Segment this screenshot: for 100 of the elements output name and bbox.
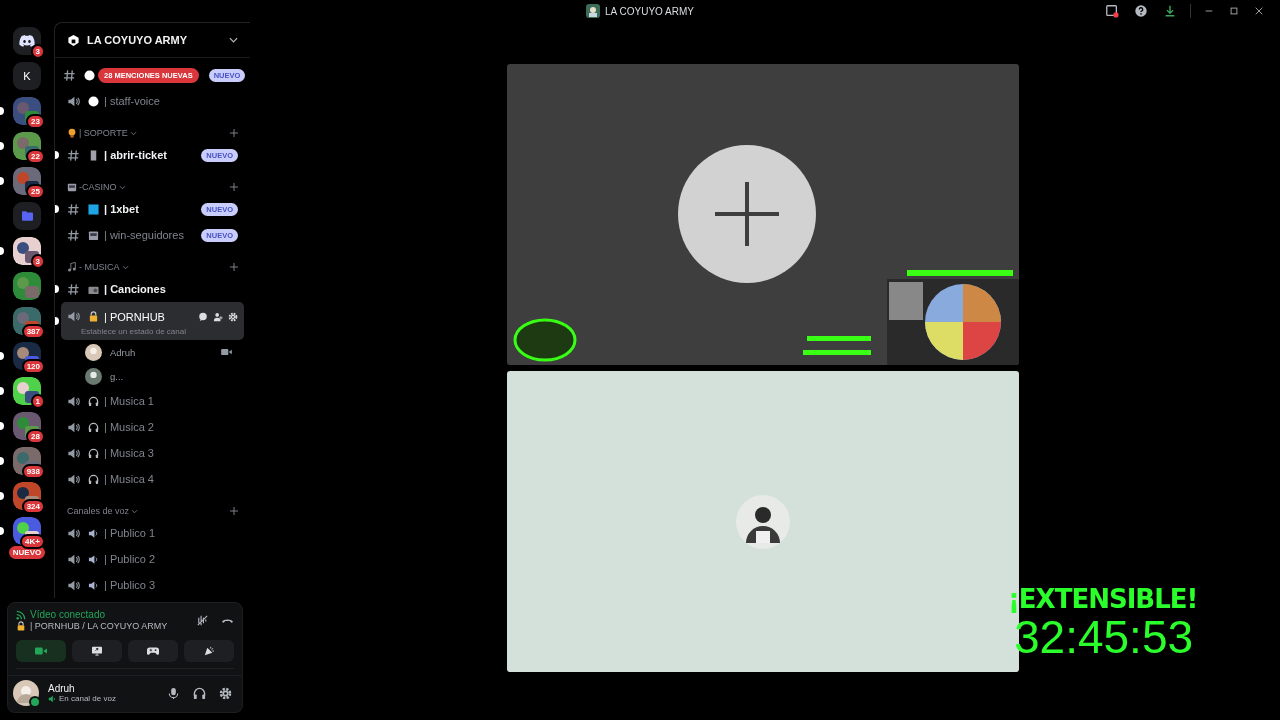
category-header[interactable]: - MUSICA (79, 262, 120, 272)
add-icon[interactable] (230, 129, 238, 137)
chevron-down-icon (229, 37, 238, 43)
channel-name: | Publico 3 (104, 579, 156, 591)
server-icon[interactable] (13, 272, 41, 300)
connection-status[interactable]: Vídeo conectado (30, 609, 106, 620)
add-icon[interactable] (230, 507, 238, 515)
screen-share-button[interactable] (72, 640, 122, 662)
server-icon[interactable] (13, 132, 41, 160)
user-avatar (85, 367, 102, 385)
chevron-down-icon (118, 184, 126, 190)
channel-item[interactable]: | PORNHUB Establece un estado de canal (61, 302, 244, 340)
slot-machine-icon (88, 229, 99, 241)
channel-name: | Musica 2 (104, 421, 154, 433)
add-user-icon[interactable] (213, 311, 223, 322)
channel-name: | PORNHUB (104, 310, 165, 323)
add-icon[interactable] (230, 263, 238, 271)
server-icon[interactable] (13, 377, 41, 405)
circle-icon (84, 69, 95, 81)
camera-button[interactable] (16, 640, 66, 662)
category-header[interactable]: -CASINO (79, 182, 117, 192)
chat-bubble-icon[interactable] (198, 311, 208, 322)
activity-button[interactable] (128, 640, 178, 662)
download-icon[interactable] (1163, 4, 1177, 18)
new-badge: NUEVO (8, 546, 46, 559)
music-note-icon (67, 262, 77, 272)
category-header[interactable]: | SOPORTE (79, 128, 128, 138)
server-icon (586, 4, 601, 18)
hashtag-icon (67, 282, 80, 296)
lock-icon (88, 311, 99, 322)
square-icon (88, 203, 99, 215)
notification-badge: 22 (26, 149, 45, 164)
channel-item[interactable]: | staff-voice (61, 88, 244, 114)
channel-name: | 1xbet (104, 203, 139, 215)
channel-name: | Publico 2 (104, 553, 156, 565)
discord-logo-icon[interactable] (13, 27, 41, 55)
channel-item[interactable]: | Musica 1 (61, 388, 244, 414)
channel-item[interactable]: | Canciones (61, 276, 244, 302)
video-camera-icon (35, 646, 47, 656)
microphone-icon[interactable] (167, 686, 180, 700)
slot-machine-icon (67, 182, 77, 192)
server-icon[interactable] (13, 412, 41, 440)
headphones-icon (88, 395, 99, 407)
user-status: En canal de voz (59, 694, 116, 703)
party-popper-icon (203, 646, 215, 656)
hashtag-icon (63, 68, 76, 82)
maximize-icon[interactable] (1229, 6, 1239, 16)
chevron-down-icon (131, 508, 139, 514)
settings-icon[interactable] (228, 311, 238, 322)
server-icon[interactable]: K (13, 62, 41, 90)
speaker-icon (88, 579, 99, 591)
member-name: g... (110, 370, 124, 382)
channel-item[interactable]: | Musica 2 (61, 414, 244, 440)
server-icon[interactable] (13, 167, 41, 195)
circle-icon (88, 95, 99, 107)
noise-suppression-icon[interactable] (196, 613, 209, 627)
online-indicator (29, 696, 41, 708)
channel-item[interactable]: | Publico 2 (61, 546, 244, 572)
gamepad-icon (147, 646, 159, 656)
server-name: LA COYUYO ARMY (87, 34, 189, 46)
speaker-icon (48, 694, 56, 703)
channel-status[interactable]: Establece un estado de canal (67, 326, 238, 336)
screen-share-icon (91, 646, 103, 656)
channel-name: | win-seguidores (104, 229, 184, 241)
notification-badge: 28 (26, 429, 45, 444)
channel-name: | Publico 1 (104, 527, 156, 539)
help-icon[interactable] (1134, 4, 1148, 18)
inbox-icon[interactable] (1105, 4, 1119, 18)
channel-item[interactable]: | Musica 4 (61, 466, 244, 492)
folder-icon[interactable] (13, 202, 41, 230)
member-name: Adruh (110, 346, 136, 358)
channel-item[interactable]: | Publico 3 (61, 572, 244, 598)
lock-icon (16, 621, 26, 631)
channel-item[interactable]: | Publico 1 (61, 520, 244, 546)
server-icon[interactable] (13, 97, 41, 125)
voice-location[interactable]: | PORNHUB / LA COYUYO ARMY (30, 621, 168, 631)
voice-member[interactable]: g... (55, 364, 244, 388)
channel-name: | Musica 4 (104, 473, 154, 485)
notification-badge: 4K+ (20, 534, 45, 549)
settings-icon[interactable] (219, 686, 232, 700)
notification-badge: 938 (21, 464, 45, 479)
hashtag-icon (67, 202, 80, 216)
document-icon (88, 149, 99, 161)
hashtag-icon (67, 228, 80, 242)
channel-name: | abrir-ticket (104, 149, 167, 161)
add-icon[interactable] (230, 183, 238, 191)
headphones-icon (88, 421, 99, 433)
username: Adruh (48, 683, 76, 694)
speaker-icon (88, 527, 99, 539)
soundboard-button[interactable] (184, 640, 234, 662)
window-title: LA COYUYO ARMY (605, 5, 694, 17)
hashtag-icon (67, 148, 80, 162)
close-icon[interactable] (1254, 6, 1264, 16)
server-icon[interactable] (13, 237, 41, 265)
voice-member[interactable]: Adruh (55, 340, 244, 364)
notification-badge: 23 (26, 114, 45, 129)
channel-item[interactable]: | Musica 3 (61, 440, 244, 466)
category-header[interactable]: Canales de voz (67, 506, 130, 516)
server-header[interactable]: LA COYUYO ARMY (55, 23, 250, 58)
headphones-icon[interactable] (193, 686, 206, 700)
